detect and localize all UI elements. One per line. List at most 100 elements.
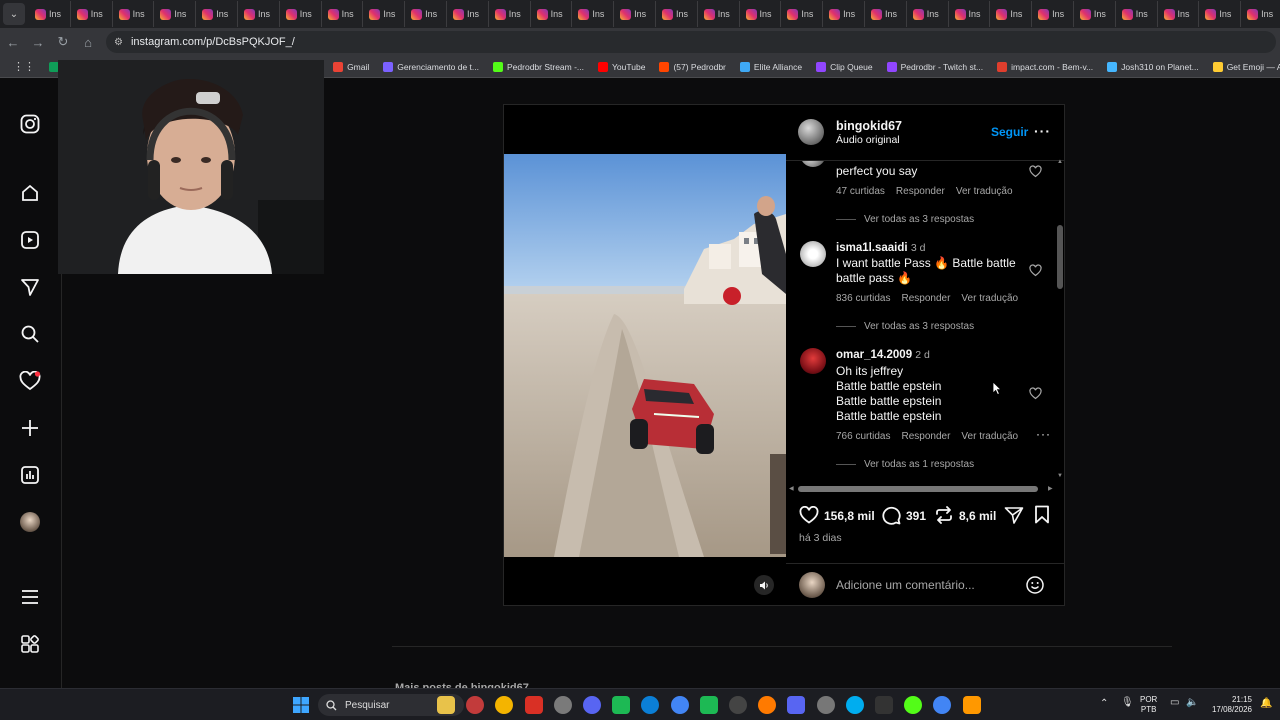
more-posts-heading[interactable]: Mais posts de bingokid67: [395, 681, 529, 688]
comment-likes[interactable]: 47 curtidas: [836, 186, 885, 197]
apps-icon[interactable]: ⋮⋮: [6, 57, 42, 77]
view-replies-button[interactable]: Ver todas as 3 respostas: [836, 214, 974, 225]
comment-like-heart-icon[interactable]: [1029, 387, 1042, 400]
audio-label[interactable]: Áudio original: [836, 134, 900, 146]
author-avatar[interactable]: [798, 119, 824, 145]
more-options-icon[interactable]: ···: [1034, 123, 1051, 139]
widgets-icon[interactable]: [437, 696, 455, 714]
browser-tab[interactable]: Ins: [1241, 1, 1280, 27]
browser-tab[interactable]: Ins: [823, 1, 865, 27]
microphone-icon[interactable]: 🎙: [1121, 697, 1134, 708]
browser-tab[interactable]: Ins: [29, 1, 71, 27]
browser-tab[interactable]: Ins: [614, 1, 656, 27]
bookmark-item[interactable]: (57) Pedrodbr: [652, 57, 732, 77]
vlc-icon[interactable]: [962, 696, 981, 714]
browser-tab[interactable]: Ins: [949, 1, 991, 27]
browser-tab[interactable]: Ins: [572, 1, 615, 27]
commenter-avatar[interactable]: [800, 161, 826, 167]
bookmark-item[interactable]: Gmail: [326, 57, 376, 77]
commenter-username[interactable]: isma1l.saaidi: [836, 242, 908, 254]
bookmark-item[interactable]: Pedrodbr - Twitch st...: [880, 57, 991, 77]
filezilla-icon[interactable]: [524, 696, 543, 714]
commenter-username[interactable]: omar_14.2009: [836, 349, 912, 361]
emoji-icon[interactable]: [1025, 575, 1045, 595]
clock[interactable]: 21:15 17/08/2026: [1204, 695, 1252, 715]
browser-tab[interactable]: Ins: [238, 1, 280, 27]
home-icon[interactable]: ⌂: [76, 30, 100, 54]
notifications-heart-icon[interactable]: [18, 369, 42, 393]
comment-count[interactable]: 391: [906, 509, 926, 523]
browser-tab[interactable]: Ins: [1116, 1, 1158, 27]
hscroll-thumb[interactable]: [798, 486, 1038, 492]
forward-icon[interactable]: →: [26, 30, 50, 54]
site-info-icon[interactable]: ⚙: [114, 37, 123, 48]
scrollbar-thumb[interactable]: [1057, 225, 1063, 289]
comments-vertical-scrollbar[interactable]: ▲ ▼: [1056, 157, 1064, 487]
bookmark-item[interactable]: Clip Queue: [809, 57, 880, 77]
browser-tab[interactable]: Ins: [405, 1, 447, 27]
browser-tab[interactable]: Ins: [154, 1, 197, 27]
bookmark-item[interactable]: Get Emoji — All...: [1206, 57, 1280, 77]
follow-button[interactable]: Seguir: [991, 125, 1028, 139]
volume-toggle-icon[interactable]: [754, 575, 774, 595]
notepad-icon[interactable]: [553, 696, 572, 714]
browser-tab[interactable]: Ins: [363, 1, 406, 27]
browser-tab[interactable]: Ins: [531, 1, 573, 27]
back-icon[interactable]: ←: [1, 30, 25, 54]
tab-search-icon[interactable]: ⌄: [3, 3, 25, 25]
browser-tab[interactable]: Ins: [656, 1, 698, 27]
view-replies-button[interactable]: Ver todas as 3 respostas: [836, 321, 974, 332]
repost-count[interactable]: 8,6 mil: [959, 509, 996, 523]
more-menu-icon[interactable]: [18, 585, 42, 609]
comment-bubble-icon[interactable]: [881, 506, 901, 525]
browser-tab[interactable]: Ins: [1158, 1, 1200, 27]
address-bar[interactable]: ⚙ instagram.com/p/DcBsPQKJOF_/: [106, 31, 1276, 53]
repost-icon[interactable]: [934, 506, 954, 524]
browser-tab[interactable]: Ins: [489, 1, 531, 27]
notification-bell-icon[interactable]: 🔔: [1260, 698, 1272, 709]
browser-tab[interactable]: Ins: [740, 1, 782, 27]
messages-icon[interactable]: [18, 275, 42, 299]
network-icon[interactable]: ▭: [1170, 697, 1179, 708]
browser-tab[interactable]: Ins: [990, 1, 1033, 27]
bookmark-item[interactable]: impact.com - Bem-v...: [990, 57, 1100, 77]
author-username[interactable]: bingokid67: [836, 119, 902, 133]
discord-icon[interactable]: [787, 696, 806, 714]
browser-tab[interactable]: Ins: [280, 1, 322, 27]
reply-button[interactable]: Responder: [901, 431, 950, 442]
commenter-avatar[interactable]: [800, 241, 826, 267]
file-explorer-icon[interactable]: [495, 696, 514, 714]
bookmark-item[interactable]: Pedrodbr Stream -...: [486, 57, 591, 77]
browser-tab[interactable]: Ins: [1199, 1, 1242, 27]
edge-icon[interactable]: [641, 696, 660, 714]
translate-button[interactable]: Ver tradução: [956, 186, 1013, 197]
browser-tab[interactable]: Ins: [1032, 1, 1074, 27]
like-heart-icon[interactable]: [799, 506, 819, 524]
kick-icon[interactable]: [904, 696, 923, 714]
view-replies-button[interactable]: Ver todas as 1 respostas: [836, 459, 974, 470]
browser-tab[interactable]: Ins: [113, 1, 155, 27]
instagram-logo-icon[interactable]: [18, 112, 42, 136]
tray-chevron-icon[interactable]: ⌃: [1100, 698, 1108, 709]
steam-icon[interactable]: [845, 696, 864, 714]
profile-avatar[interactable]: [18, 510, 42, 534]
reply-button[interactable]: Responder: [896, 186, 945, 197]
windows-start-icon[interactable]: [293, 697, 309, 713]
language-indicator[interactable]: POR PTB: [1140, 695, 1157, 715]
like-count[interactable]: 156,8 mil: [824, 509, 875, 523]
bookmark-item[interactable]: YouTube: [591, 57, 652, 77]
browser-tab[interactable]: Ins: [447, 1, 489, 27]
app-icon[interactable]: [816, 696, 835, 714]
browser-tab[interactable]: Ins: [196, 1, 238, 27]
home-nav-icon[interactable]: [18, 181, 42, 205]
reload-icon[interactable]: ↻: [51, 30, 75, 54]
bookmark-item[interactable]: Elite Alliance: [733, 57, 809, 77]
browser-tab[interactable]: Ins: [907, 1, 949, 27]
browser-tab[interactable]: Ins: [322, 1, 364, 27]
reply-button[interactable]: Responder: [901, 293, 950, 304]
browser-tab[interactable]: Ins: [781, 1, 824, 27]
comment-like-heart-icon[interactable]: [1029, 264, 1042, 277]
comment-like-heart-icon[interactable]: [1029, 165, 1042, 178]
app-icon[interactable]: [612, 696, 631, 714]
app-icon[interactable]: [729, 696, 747, 714]
